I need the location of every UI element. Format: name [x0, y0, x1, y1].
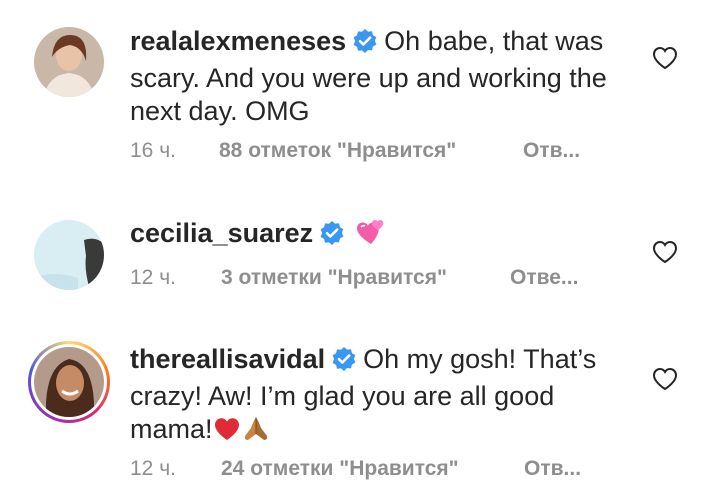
likes-count[interactable]: 24 отметки "Нравится"	[221, 457, 459, 481]
comment-body: realalexmeneses Oh babe, that was scary. …	[130, 25, 625, 128]
comment-body: cecilia_suarez	[130, 217, 630, 254]
avatar[interactable]	[34, 220, 104, 290]
comment-item: thereallisavidal Oh my gosh! That’s crazy…	[0, 330, 711, 497]
two-hearts-icon	[351, 218, 385, 254]
username[interactable]: realalexmeneses	[130, 26, 346, 56]
timestamp: 12 ч.	[130, 457, 176, 480]
timestamp: 16 ч.	[130, 139, 176, 162]
username[interactable]: thereallisavidal	[130, 344, 325, 374]
likes-count[interactable]: 3 отметки "Нравится"	[221, 266, 447, 290]
verified-badge-icon	[319, 220, 345, 254]
comment-body: thereallisavidal Oh my gosh! That’s crazy…	[130, 343, 620, 450]
like-heart-icon[interactable]	[652, 240, 678, 264]
verified-badge-icon	[331, 346, 357, 380]
reply-button[interactable]: Отв...	[524, 457, 581, 481]
verified-badge-icon	[352, 28, 378, 62]
avatar[interactable]	[34, 347, 104, 417]
red-heart-icon	[213, 416, 241, 450]
reply-button[interactable]: Отв...	[523, 139, 580, 163]
reply-button[interactable]: Отве...	[510, 266, 578, 290]
timestamp: 12 ч.	[130, 266, 176, 289]
comment-item: cecilia_suarez 12 ч. 3 отметки "Нравится…	[0, 190, 711, 330]
username[interactable]: cecilia_suarez	[130, 218, 313, 248]
story-ring[interactable]	[28, 341, 110, 423]
comment-item: realalexmeneses Oh babe, that was scary. …	[0, 0, 711, 190]
folded-hands-icon	[241, 414, 271, 450]
likes-count[interactable]: 88 отметок "Нравится"	[219, 139, 456, 163]
avatar[interactable]	[34, 27, 104, 97]
like-heart-icon[interactable]	[652, 46, 678, 70]
like-heart-icon[interactable]	[652, 367, 678, 391]
